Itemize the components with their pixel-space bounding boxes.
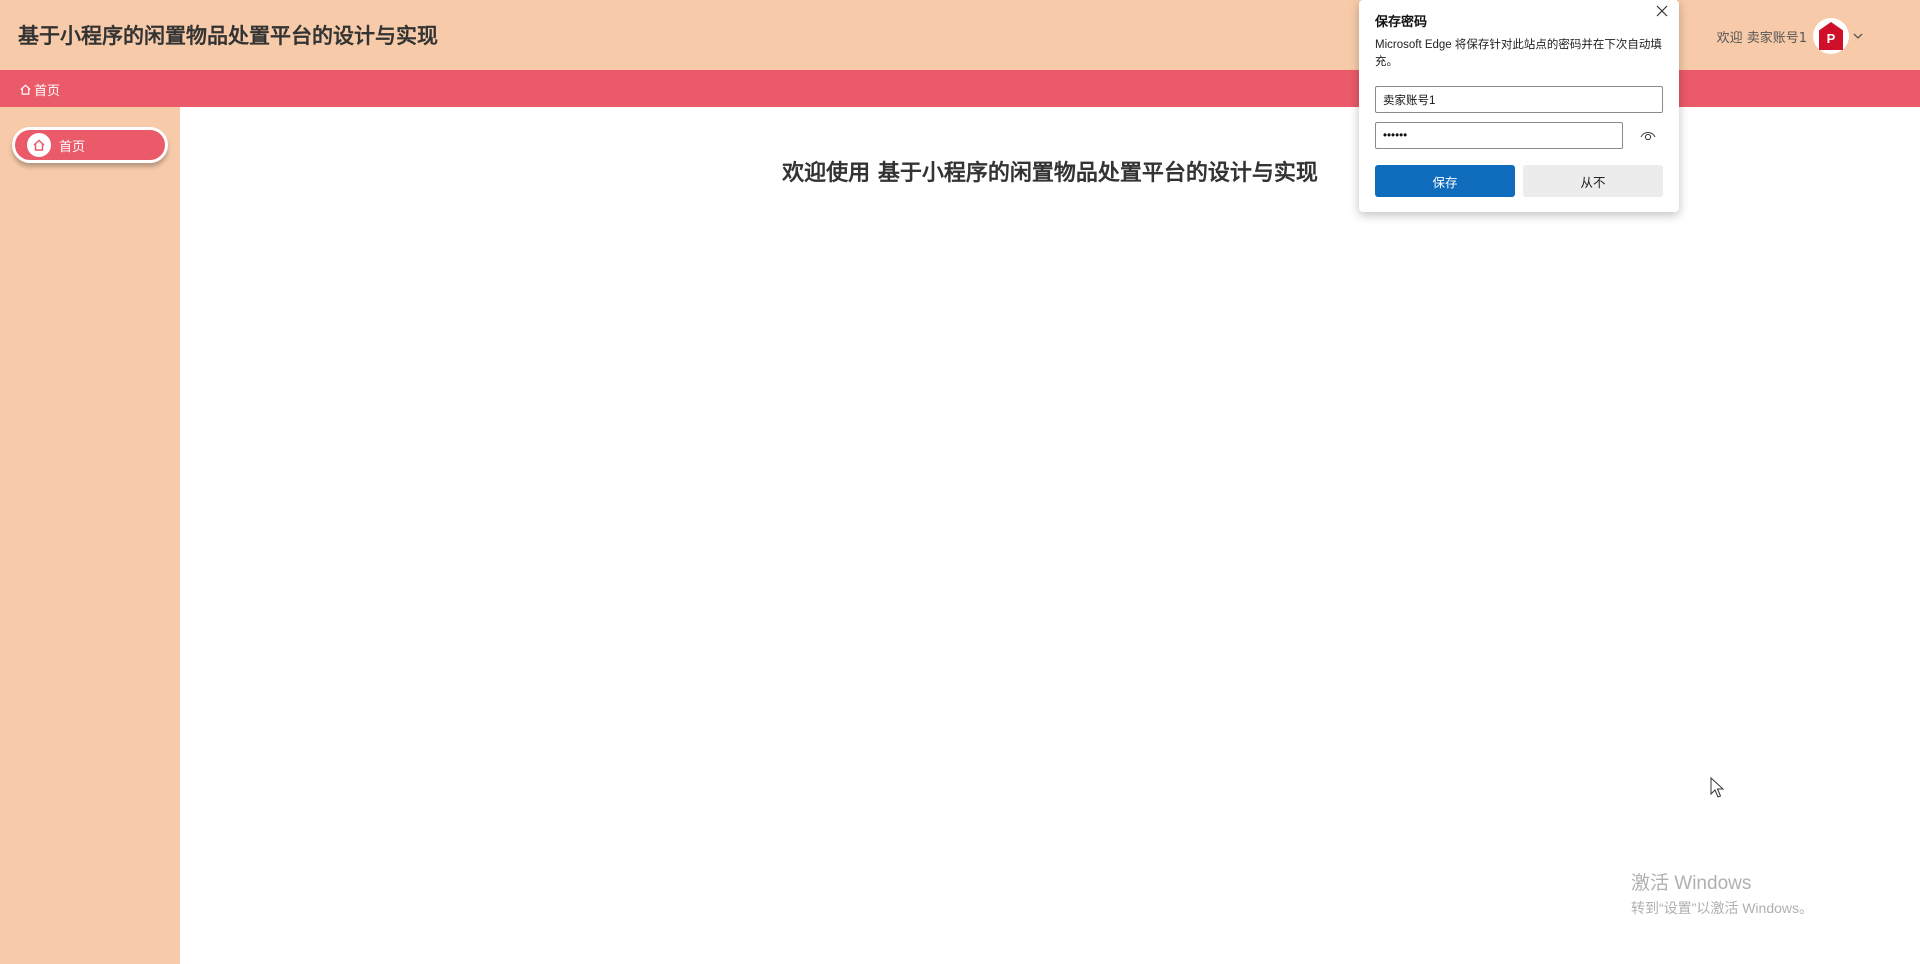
avatar[interactable]: P [1813,18,1849,54]
mouse-cursor-icon [1710,777,1724,798]
sidebar-item-label: 首页 [59,139,86,155]
dialog-title: 保存密码 [1375,14,1428,29]
breadcrumb[interactable]: 首页 [19,80,60,99]
main-content: 欢迎使用 基于小程序的闲置物品处置平台的设计与实现 [180,107,1920,964]
watermark-title: 激活 Windows [1631,873,1752,894]
save-button[interactable]: 保存 [1375,165,1515,197]
sidebar: 首页 [0,107,180,964]
save-password-dialog: 保存密码 Microsoft Edge 将保存针对此站点的密码并在下次自动填充。… [1359,0,1679,212]
home-icon [20,84,31,95]
chevron-down-icon[interactable] [1852,30,1864,42]
welcome-user-text: 欢迎 卖家账号1 [1716,30,1807,46]
close-icon[interactable] [1653,2,1671,20]
windows-activation-watermark: 激活 Windows 转到“设置”以激活 Windows。 [1631,872,1813,918]
watermark-subtitle: 转到“设置”以激活 Windows。 [1631,900,1814,916]
username-field[interactable] [1375,86,1663,113]
eye-icon[interactable] [1639,127,1657,145]
breadcrumb-home-label: 首页 [34,84,61,99]
never-button[interactable]: 从不 [1523,165,1663,197]
app-title: 基于小程序的闲置物品处置平台的设计与实现 [18,24,438,48]
dialog-description: Microsoft Edge 将保存针对此站点的密码并在下次自动填充。 [1375,39,1662,68]
sidebar-item-home[interactable]: 首页 [12,127,168,163]
user-menu[interactable]: 欢迎 卖家账号1 P [1717,18,1864,54]
password-field[interactable] [1375,122,1623,149]
avatar-logo-icon: P [1819,22,1843,50]
home-icon [27,133,51,157]
